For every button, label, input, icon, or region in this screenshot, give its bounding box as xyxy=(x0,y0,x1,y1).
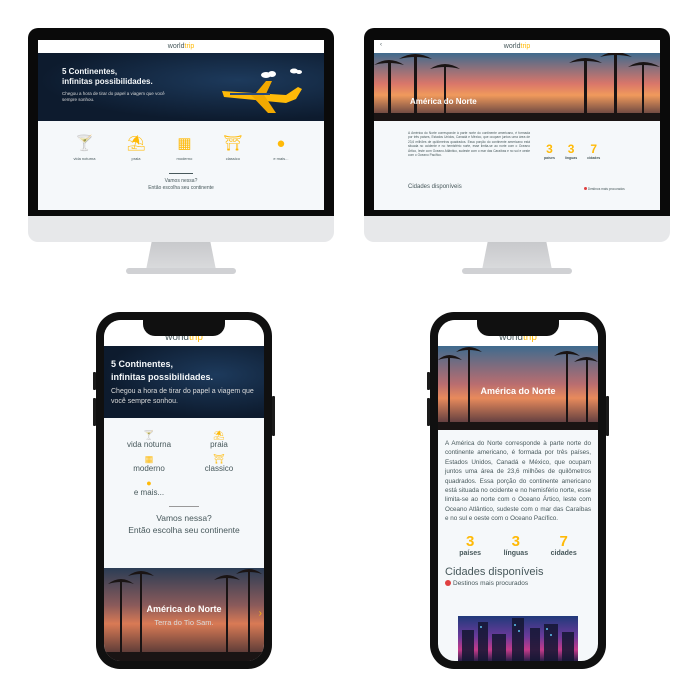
banner-heading-line1: 5 Continentes, xyxy=(111,359,174,369)
cities-title: Cidades disponíveis xyxy=(445,565,544,578)
travel-type-nightlife[interactable]: 🍸 vida noturna xyxy=(73,135,95,161)
hero-banner: 5 Continentes, infinitas possibilidades.… xyxy=(38,53,324,121)
monitor-base xyxy=(126,268,236,274)
desktop-monitor-continent: ‹ worldtrip América do Norte A América d… xyxy=(364,28,670,276)
cta-line2: Então escolha seu continente xyxy=(148,185,214,191)
stat-countries: 3 países xyxy=(544,142,555,161)
phone-home: worldtrip 5 Continentes, infinitas possi… xyxy=(93,312,275,669)
phone-continent-screen: worldtrip América do Norte A América do … xyxy=(438,320,598,661)
continent-body: A América do Norte corresponde à parte n… xyxy=(374,121,660,160)
phone-home-screen: worldtrip 5 Continentes, infinitas possi… xyxy=(104,320,264,661)
divider xyxy=(169,173,193,174)
continent-hero: América do Norte xyxy=(438,346,598,430)
building-icon: ▦ xyxy=(177,135,192,152)
divider xyxy=(169,506,199,507)
stat-countries: 3 países xyxy=(459,532,482,557)
museum-icon: ⛩ xyxy=(223,135,243,152)
city-card-image[interactable] xyxy=(458,616,578,661)
monitor-chin xyxy=(28,216,334,242)
header: worldtrip xyxy=(38,40,324,53)
desktop-continent-screen: ‹ worldtrip América do Norte A América d… xyxy=(374,40,660,210)
popular-dot-icon xyxy=(445,580,451,587)
phone-notch xyxy=(143,320,225,336)
travel-type-classic[interactable]: ⛩ classico xyxy=(184,454,254,474)
continent-description: A América do Norte corresponde à parte n… xyxy=(408,131,530,158)
stat-cities: 7 cidades xyxy=(550,532,577,557)
cities-title: Cidades disponíveis xyxy=(408,184,462,190)
stat-languages: 3 línguas xyxy=(503,532,529,557)
continent-card-title: América do Norte xyxy=(146,604,222,614)
phone-button xyxy=(93,398,96,426)
monitor-base xyxy=(462,268,572,274)
phone-button xyxy=(427,398,430,426)
phone-continent: worldtrip América do Norte A América do … xyxy=(427,312,609,669)
travel-type-beach[interactable]: ⛱ praia xyxy=(184,430,254,450)
continent-hero: América do Norte xyxy=(374,53,660,121)
travel-type-classic[interactable]: ⛩ classico xyxy=(223,135,242,161)
banner-heading-line2: infinitas possibilidades. xyxy=(111,372,214,382)
cta-line1: Vamos nessa? xyxy=(164,178,198,184)
hero-banner: 5 Continentes, infinitas possibilidades.… xyxy=(104,346,264,418)
beach-icon: ⛱ xyxy=(126,135,146,152)
stat-cities: 7 cidades xyxy=(587,142,601,161)
continent-stats: 3 países 3 línguas 7 cidades xyxy=(544,142,601,161)
travel-types: 🍸 vida noturna ⛱ praia ▦ moderno ⛩ classico … xyxy=(104,418,264,498)
continent-card[interactable]: América do Norte Terra do Tio Sam. › xyxy=(104,568,264,661)
header: ‹ worldtrip xyxy=(374,40,660,53)
banner-subtitle: Chegou a hora de tirar do papel a viagem… xyxy=(111,388,254,405)
museum-icon: ⛩ xyxy=(213,454,225,464)
travel-type-beach[interactable]: ⛱ praia xyxy=(126,135,145,161)
palm-trees-image xyxy=(374,53,660,121)
city-skyline-image xyxy=(462,618,574,661)
monitor-stand xyxy=(482,242,552,270)
phone-notch xyxy=(477,320,559,336)
desktop-monitor-home: worldtrip 5 Continentes, infinitas possi… xyxy=(28,28,334,276)
continent-title: América do Norte xyxy=(410,97,477,106)
continent-title: América do Norte xyxy=(480,386,556,396)
chevron-right-icon[interactable]: › xyxy=(259,608,262,619)
monitor-stand xyxy=(146,242,216,270)
travel-types: 🍸 vida noturna ⛱ praia ▦ moderno ⛩ classico … xyxy=(38,121,324,161)
continent-stats: 3 países 3 línguas 7 cidades xyxy=(438,524,598,557)
cta-line2: Então escolha seu continente xyxy=(128,525,240,535)
travel-type-more[interactable]: ● e mais... xyxy=(273,135,288,161)
cta-line1: Vamos nessa? xyxy=(156,513,212,523)
continent-description: A América do Norte corresponde à parte n… xyxy=(445,440,591,523)
cocktail-icon: 🍸 xyxy=(143,430,155,440)
phone-button xyxy=(93,372,96,390)
phone-button xyxy=(272,396,275,436)
building-icon: ▦ xyxy=(144,454,154,464)
continent-card-subtitle: Terra do Tio Sam. xyxy=(154,618,214,627)
logo[interactable]: worldtrip xyxy=(504,43,530,50)
travel-type-nightlife[interactable]: 🍸 vida noturna xyxy=(114,430,184,450)
travel-type-more[interactable]: ● e mais... xyxy=(114,478,184,498)
logo[interactable]: worldtrip xyxy=(168,43,194,50)
stat-languages: 3 línguas xyxy=(564,142,578,161)
earth-icon: ● xyxy=(146,478,152,488)
palm-trees-image xyxy=(104,569,264,661)
beach-icon: ⛱ xyxy=(213,430,225,440)
travel-type-modern[interactable]: ▦ moderno xyxy=(114,454,184,474)
airplane-icon xyxy=(222,68,302,113)
popular-dot-icon xyxy=(584,187,587,190)
popular-destinations: Destinos mais procurados xyxy=(438,578,598,587)
phone-button xyxy=(427,372,430,390)
phone-button xyxy=(606,396,609,436)
travel-type-modern[interactable]: ▦ moderno xyxy=(177,135,193,161)
cocktail-icon: 🍸 xyxy=(75,135,94,152)
popular-destinations: Destinos mais procurados xyxy=(584,187,625,191)
mockup-stage: worldtrip 5 Continentes, infinitas possi… xyxy=(0,0,700,700)
back-arrow-icon[interactable]: ‹ xyxy=(380,42,382,48)
banner-subtitle: Chegou a hora de tirar do papel a viagem… xyxy=(62,91,165,102)
desktop-home-screen: worldtrip 5 Continentes, infinitas possi… xyxy=(38,40,324,210)
monitor-chin xyxy=(364,216,670,242)
earth-icon: ● xyxy=(276,135,286,152)
